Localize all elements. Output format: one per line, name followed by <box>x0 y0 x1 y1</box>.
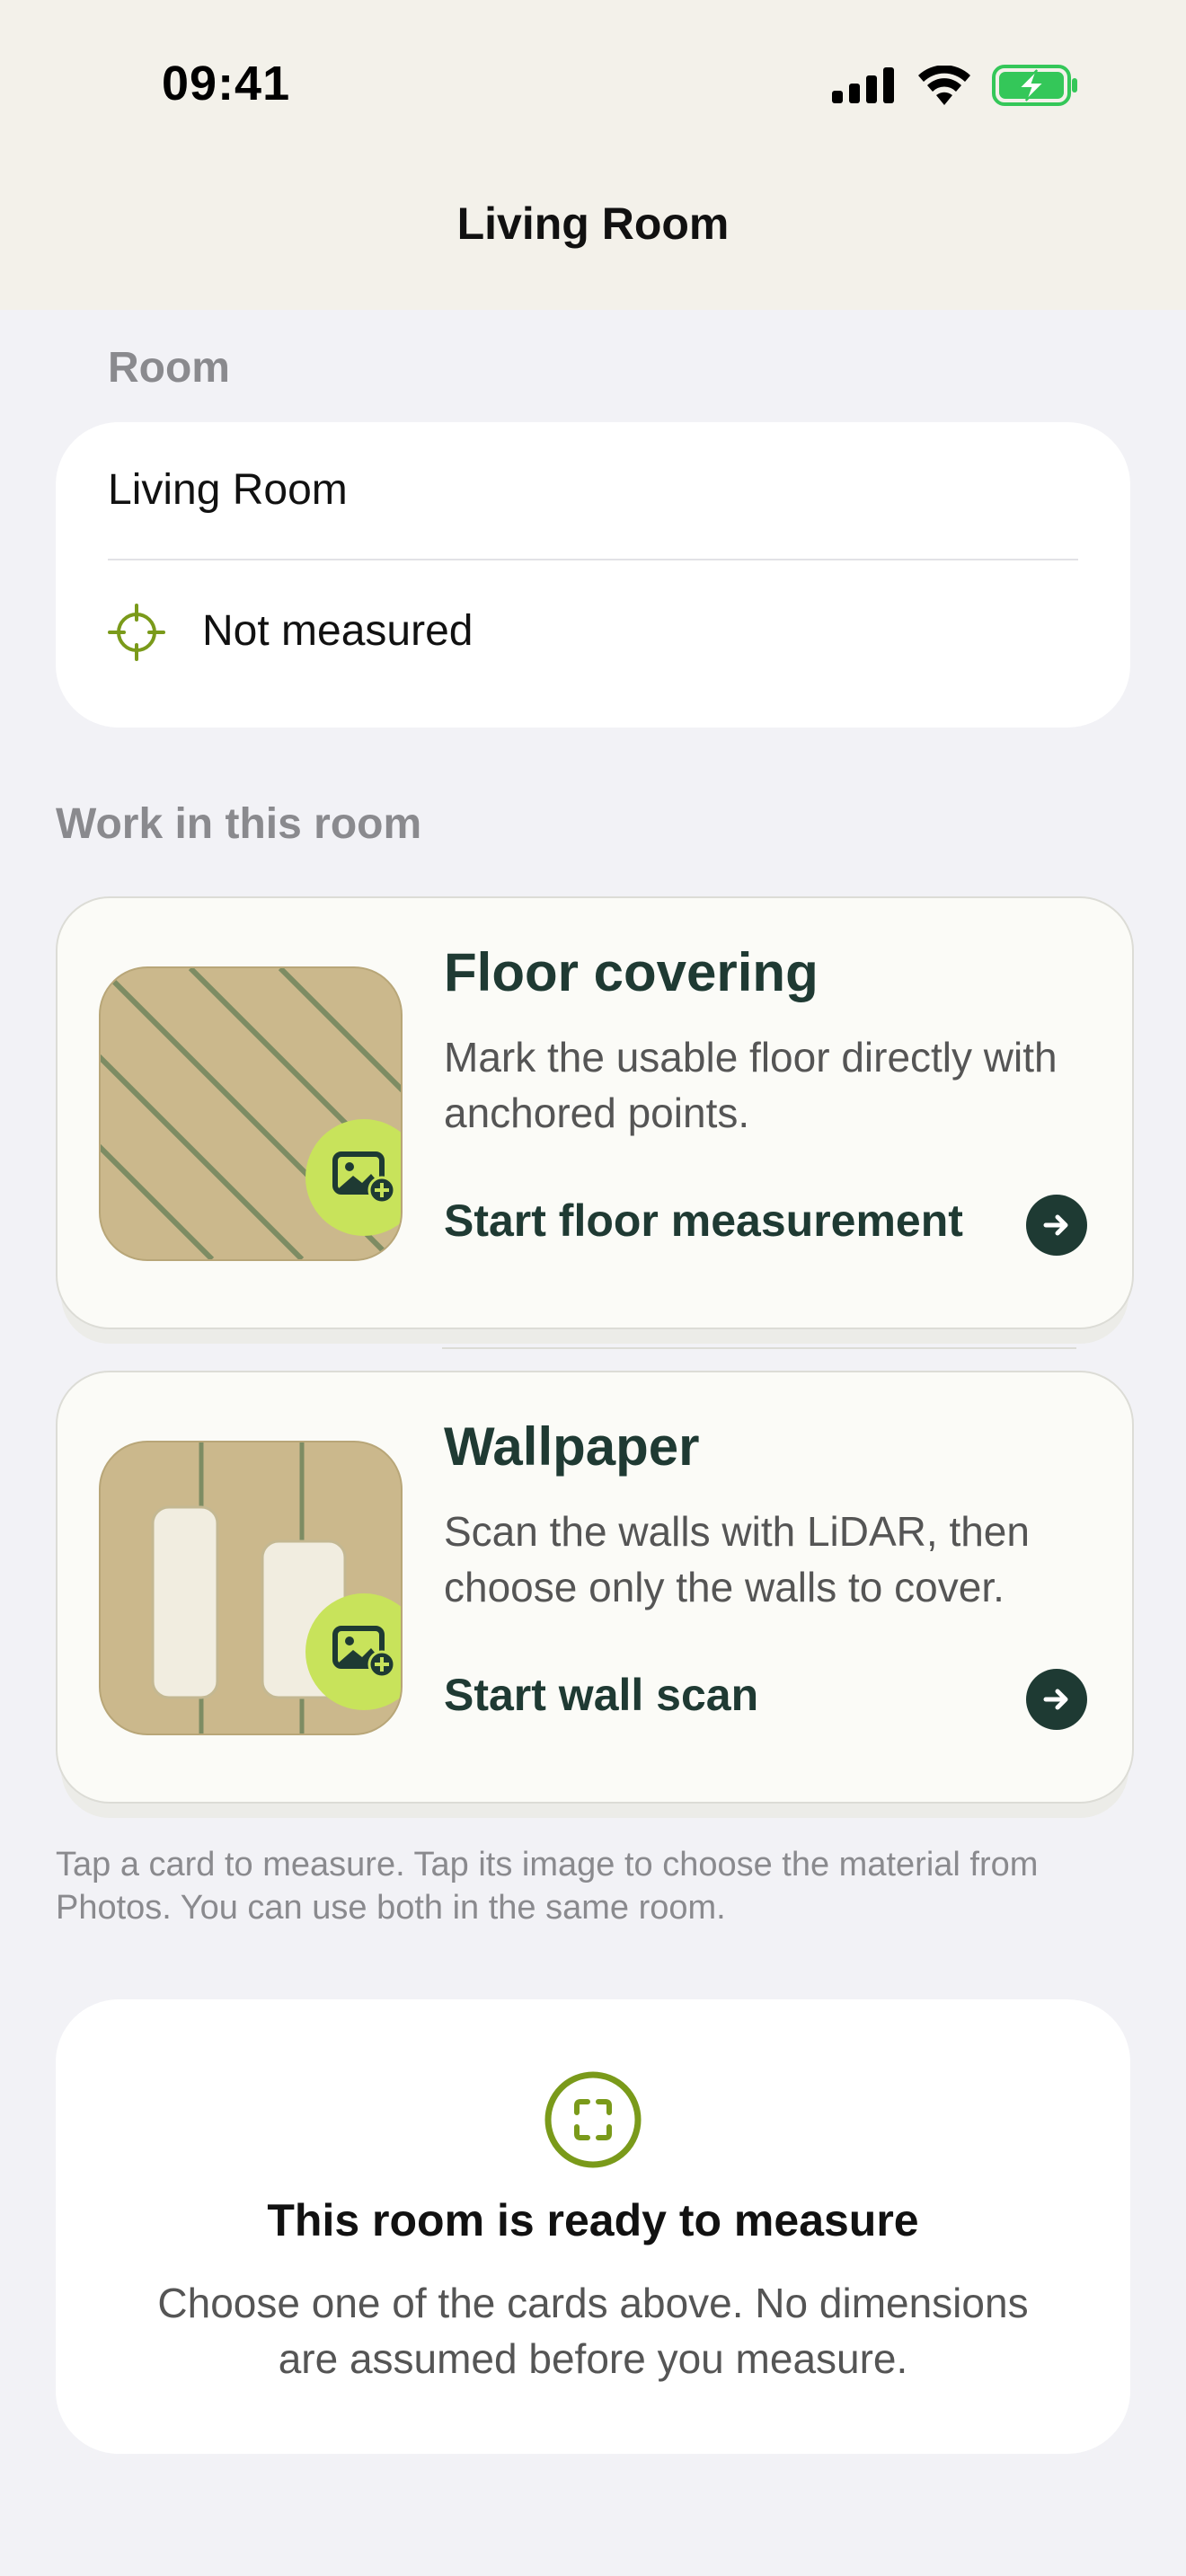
room-divider <box>108 559 1078 560</box>
status-time: 09:41 <box>162 57 291 110</box>
ready-description: Choose one of the cards above. No dimens… <box>157 2280 1029 2382</box>
ready-title: This room is ready to measure <box>267 2195 919 2245</box>
floor-material-image[interactable] <box>99 966 403 1261</box>
card-title: Floor covering <box>444 942 819 1002</box>
wall-material-image[interactable] <box>99 1441 403 1735</box>
top-bar: 09:41 Living Room <box>0 0 1186 310</box>
floor-covering-card[interactable]: Floor covering Mark the usable floor dir… <box>56 896 1134 1329</box>
card-description: Mark the usable floor directly with anch… <box>444 1034 1058 1136</box>
hint-text: Tap a card to measure. Tap its image to … <box>56 1846 1039 1927</box>
wallpaper-card[interactable]: Wallpaper Scan the walls with LiDAR, the… <box>56 1371 1134 1804</box>
arrow-right-icon[interactable] <box>1026 1669 1087 1730</box>
measurement-status: Not measured <box>202 607 474 655</box>
battery-charging-icon <box>992 65 1077 106</box>
card-description: Scan the walls with LiDAR, then choose o… <box>444 1508 1030 1610</box>
start-floor-measurement-button[interactable]: Start floor measurement <box>444 1195 963 1247</box>
start-wall-scan-button[interactable]: Start wall scan <box>444 1669 758 1721</box>
crosshair-icon <box>108 604 165 661</box>
card-title: Wallpaper <box>444 1416 700 1477</box>
work-section-label: Work in this room <box>56 800 422 848</box>
page-title: Living Room <box>456 198 730 249</box>
room-name-field[interactable]: Living Room <box>108 465 348 515</box>
scan-frame-icon <box>544 2071 642 2168</box>
arrow-right-icon[interactable] <box>1026 1195 1087 1256</box>
wifi-icon <box>918 66 970 105</box>
room-section-label: Room <box>108 344 230 392</box>
card-separator <box>442 1347 1076 1349</box>
status-icons <box>832 65 1078 106</box>
cellular-signal-icon <box>832 67 894 103</box>
